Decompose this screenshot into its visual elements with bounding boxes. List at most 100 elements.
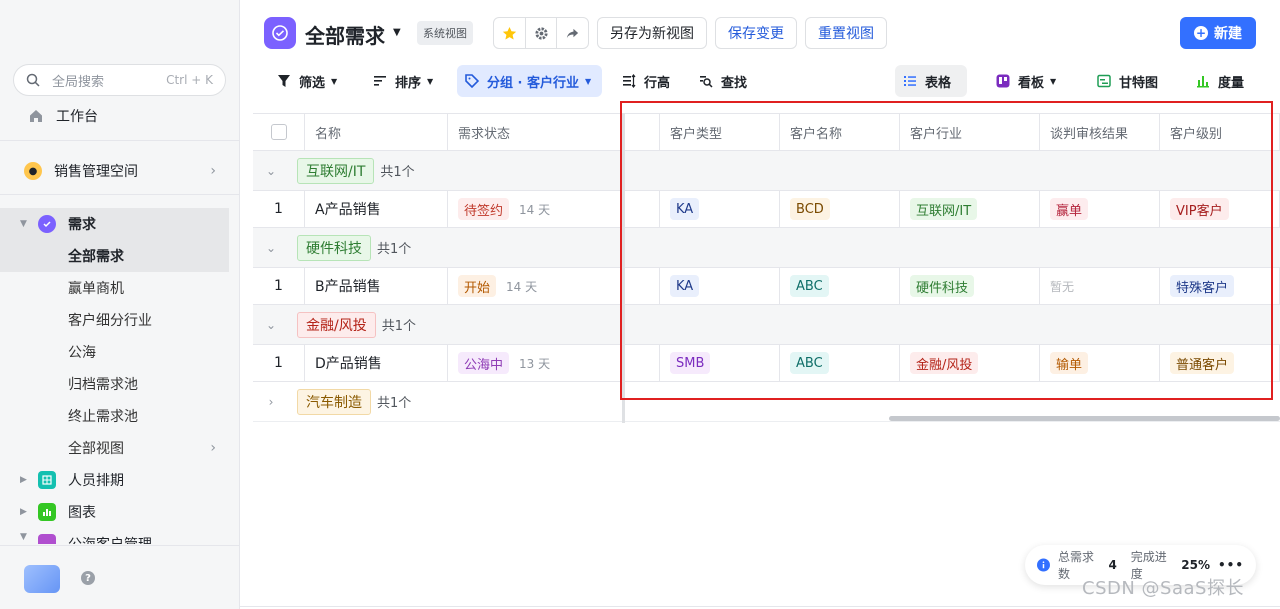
days-label: 14 天 xyxy=(519,202,551,217)
sidebar-view-archived[interactable]: 归档需求池 xyxy=(0,368,240,400)
group-count: 共1个 xyxy=(380,165,415,180)
save-changes-button[interactable]: 保存变更 xyxy=(715,17,797,49)
search-icon xyxy=(26,73,40,87)
sidebar-item-label: 工作台 xyxy=(56,109,98,125)
group-count: 共1个 xyxy=(381,319,416,334)
help-icon[interactable]: ? xyxy=(81,571,95,585)
row-height-label: 行高 xyxy=(644,75,671,91)
sidebar-item-requirements[interactable]: ▼ 需求 xyxy=(0,208,229,240)
sidebar-view-public[interactable]: 公海 xyxy=(0,336,240,368)
status-tag: 公海中 xyxy=(458,352,510,374)
more-icon[interactable]: ••• xyxy=(1218,558,1244,572)
filter-label: 筛选 xyxy=(299,75,326,91)
status-tag: 待签约 xyxy=(458,198,510,220)
gantt-icon xyxy=(1097,74,1111,88)
name-cell[interactable]: B产品销售 xyxy=(305,268,448,304)
sidebar-item-label: 赢单商机 xyxy=(68,281,124,297)
search-box[interactable]: 全局搜索 Ctrl + K xyxy=(13,64,226,96)
kanban-icon xyxy=(996,74,1010,88)
row-index: 1 xyxy=(253,268,305,304)
row-index: 1 xyxy=(253,191,305,227)
column-header-status[interactable]: 需求状态 xyxy=(448,114,620,150)
days-label: 14 天 xyxy=(506,279,538,294)
sidebar-item-schedule[interactable]: ▶ 人员排期 xyxy=(0,464,240,496)
view-gantt-button[interactable]: 甘特图 xyxy=(1089,65,1166,97)
divider xyxy=(0,194,240,195)
days-label: 13 天 xyxy=(519,356,551,371)
row-height-button[interactable]: 行高 xyxy=(614,65,678,97)
search-shortcut: Ctrl + K xyxy=(166,73,213,87)
status-tag: 开始 xyxy=(458,275,497,297)
home-icon xyxy=(30,110,42,122)
page-title: 全部需求 xyxy=(305,24,385,48)
view-app-icon xyxy=(264,17,296,49)
chevron-down-icon[interactable]: ⌄ xyxy=(253,318,289,332)
chevron-right-icon[interactable]: › xyxy=(253,395,289,409)
row-height-icon xyxy=(622,74,636,88)
row-index: 1 xyxy=(253,345,305,381)
name-cell[interactable]: A产品销售 xyxy=(305,191,448,227)
sidebar-view-allviews[interactable]: 全部视图 › xyxy=(0,432,240,464)
status-cell[interactable]: 开始 14 天 xyxy=(448,268,620,304)
select-all-checkbox[interactable] xyxy=(270,124,287,140)
sidebar-view-all[interactable]: 全部需求 xyxy=(0,240,229,272)
gear-icon[interactable] xyxy=(526,18,558,48)
chevron-down-icon[interactable]: ⌄ xyxy=(253,241,289,255)
view-actions xyxy=(493,17,589,49)
system-view-badge: 系统视图 xyxy=(417,21,473,45)
sidebar-space[interactable]: ● 销售管理空间 › xyxy=(0,155,240,187)
sort-button[interactable]: 排序 ▼ xyxy=(365,65,441,97)
sort-icon xyxy=(373,74,387,88)
sidebar-item-label: 全部需求 xyxy=(68,249,124,265)
table-list-icon xyxy=(903,74,917,88)
save-as-new-view-button[interactable]: 另存为新视图 xyxy=(597,17,707,49)
view-table-label: 表格 xyxy=(925,75,952,91)
horizontal-scrollbar[interactable] xyxy=(889,416,1280,421)
sidebar-item-charts[interactable]: ▶ 图表 xyxy=(0,496,240,528)
chevron-down-icon[interactable]: ⌄ xyxy=(253,164,289,178)
customer-icon xyxy=(38,534,56,544)
sort-label: 排序 xyxy=(395,75,422,91)
new-button-label: 新建 xyxy=(1214,26,1242,42)
total-value: 4 xyxy=(1108,558,1117,572)
sidebar-item-label: 归档需求池 xyxy=(68,377,138,393)
find-button[interactable]: 查找 xyxy=(691,65,755,97)
sidebar-item-label: 需求 xyxy=(68,217,96,233)
sidebar-view-segment[interactable]: 客户细分行业 xyxy=(0,304,240,336)
view-gantt-label: 甘特图 xyxy=(1119,75,1159,91)
status-cell[interactable]: 待签约 14 天 xyxy=(448,191,620,227)
view-kanban-button[interactable]: 看板 ▼ xyxy=(988,65,1064,97)
sidebar-view-terminated[interactable]: 终止需求池 xyxy=(0,400,240,432)
divider xyxy=(0,140,240,141)
select-all-cell xyxy=(253,114,305,150)
sidebar-item-label: 图表 xyxy=(68,505,96,521)
column-header-name[interactable]: 名称 xyxy=(305,114,448,150)
sidebar-view-won[interactable]: 赢单商机 xyxy=(0,272,240,304)
view-metrics-button[interactable]: 度量 xyxy=(1188,65,1252,97)
star-icon[interactable] xyxy=(494,18,526,48)
divider xyxy=(240,606,1280,607)
progress-value: 25% xyxy=(1181,558,1210,572)
group-tag: 汽车制造 xyxy=(297,388,371,415)
search-placeholder: 全局搜索 xyxy=(52,74,105,90)
sidebar-item-workspace[interactable]: 工作台 xyxy=(0,100,240,132)
space-icon: ● xyxy=(24,162,42,180)
reset-view-button[interactable]: 重置视图 xyxy=(805,17,887,49)
find-label: 查找 xyxy=(721,75,748,91)
view-table-button[interactable]: 表格 xyxy=(895,65,967,97)
share-icon[interactable] xyxy=(557,18,588,48)
filter-icon xyxy=(277,74,291,88)
caret-right-icon: ▶ xyxy=(20,507,27,517)
sidebar-item-label: 公海客户管理 xyxy=(68,534,152,544)
filter-button[interactable]: 筛选 ▼ xyxy=(269,65,345,97)
group-button[interactable]: 分组 · 客户行业 ▼ xyxy=(457,65,602,97)
sidebar-item-public-customers[interactable]: ▼ 公海客户管理 xyxy=(0,528,240,544)
tag-icon xyxy=(465,74,479,88)
status-cell[interactable]: 公海中 13 天 xyxy=(448,345,620,381)
name-cell[interactable]: D产品销售 xyxy=(305,345,448,381)
title-dropdown-icon[interactable]: ▼ xyxy=(393,27,401,38)
new-button[interactable]: + 新建 xyxy=(1180,17,1256,49)
caret-down-icon: ▼ xyxy=(20,532,27,542)
dropdown-caret-icon: ▼ xyxy=(331,76,338,86)
sidebar-item-label: 终止需求池 xyxy=(68,409,138,425)
